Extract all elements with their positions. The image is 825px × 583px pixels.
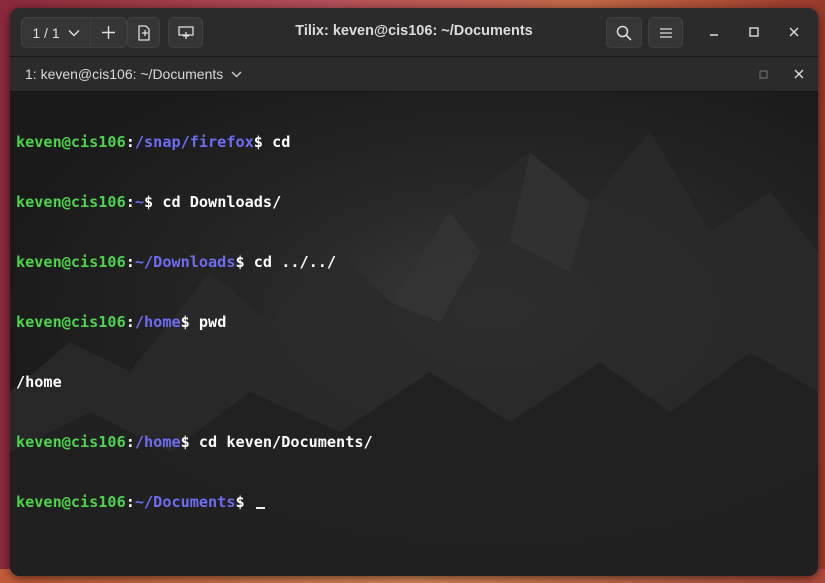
text-cursor	[255, 493, 265, 509]
title-bar: 1 / 1 Tilix: keven@cis106: ~/Documents	[10, 8, 818, 57]
minimize-button[interactable]	[702, 20, 726, 44]
hamburger-menu-icon	[659, 27, 672, 38]
terminal-line: keven@cis106:/snap/firefox$ cd	[16, 132, 373, 152]
close-icon	[794, 69, 804, 79]
plus-icon	[102, 26, 115, 39]
terminal-line: keven@cis106:~/Downloads$ cd ../../	[16, 252, 373, 272]
search-icon	[616, 25, 632, 41]
add-terminal-down-button[interactable]	[168, 17, 203, 48]
prompt: $	[235, 253, 254, 271]
terminal-line: keven@cis106:~$ cd Downloads/	[16, 192, 373, 212]
chevron-down-icon	[68, 29, 80, 37]
separator: :	[125, 193, 135, 211]
path: ~/Documents	[134, 493, 236, 511]
user-host: keven@cis106	[16, 193, 126, 211]
prompt: $	[253, 133, 273, 151]
menu-button[interactable]	[648, 17, 683, 48]
command: cd Downloads/	[162, 193, 282, 211]
separator: :	[125, 133, 135, 151]
prompt: $	[144, 193, 163, 211]
terminal-output-line: /home	[16, 373, 62, 391]
prompt: $	[235, 493, 254, 511]
terminal-tab-bar: 1: keven@cis106: ~/Documents	[10, 57, 818, 92]
terminal-title-dropdown[interactable]: 1: keven@cis106: ~/Documents	[25, 66, 242, 82]
close-button[interactable]	[782, 20, 806, 44]
path: /home	[134, 313, 181, 331]
add-session-button[interactable]	[91, 18, 126, 47]
tilix-window: 1 / 1 Tilix: keven@cis106: ~/Documents 1…	[10, 8, 818, 576]
user-host: keven@cis106	[16, 433, 126, 451]
terminal-close-button[interactable]	[789, 64, 809, 84]
path: ~	[134, 193, 145, 211]
split-down-icon	[177, 25, 194, 39]
prompt: $	[180, 313, 199, 331]
session-button-group: 1 / 1	[21, 17, 127, 48]
terminal-line: keven@cis106:/home$ cd keven/Documents/	[16, 432, 373, 452]
command: pwd	[198, 313, 227, 331]
separator: :	[125, 493, 135, 511]
terminal-line: keven@cis106:~/Documents$	[16, 492, 373, 512]
command: cd keven/Documents/	[198, 433, 373, 451]
separator: :	[125, 433, 135, 451]
command: cd	[272, 133, 291, 151]
path: /snap/firefox	[134, 133, 254, 151]
terminal-line: keven@cis106:/home$ pwd	[16, 312, 373, 332]
user-host: keven@cis106	[16, 133, 126, 151]
user-host: keven@cis106	[16, 313, 126, 331]
path: /home	[134, 433, 181, 451]
maximize-icon	[759, 70, 767, 78]
session-switcher-button[interactable]: 1 / 1	[22, 18, 91, 47]
separator: :	[125, 253, 135, 271]
terminal-output: keven@cis106:/snap/firefox$ cd keven@cis…	[16, 92, 373, 552]
user-host: keven@cis106	[16, 493, 126, 511]
prompt: $	[180, 433, 199, 451]
chevron-down-icon	[231, 71, 242, 77]
command: cd ../../	[253, 253, 337, 271]
close-icon	[789, 27, 799, 37]
terminal-title-label: 1: keven@cis106: ~/Documents	[25, 66, 224, 82]
terminal-area[interactable]: keven@cis106:/snap/firefox$ cd keven@cis…	[10, 92, 818, 576]
maximize-button[interactable]	[742, 20, 766, 44]
path: ~/Downloads	[134, 253, 236, 271]
maximize-icon	[749, 27, 759, 37]
split-right-icon	[137, 24, 150, 41]
minimize-icon	[710, 34, 718, 36]
user-host: keven@cis106	[16, 253, 126, 271]
add-terminal-right-button[interactable]	[127, 17, 160, 48]
session-label: 1 / 1	[32, 24, 60, 41]
terminal-maximize-button[interactable]	[753, 64, 773, 84]
separator: :	[125, 313, 135, 331]
search-button[interactable]	[606, 17, 642, 48]
